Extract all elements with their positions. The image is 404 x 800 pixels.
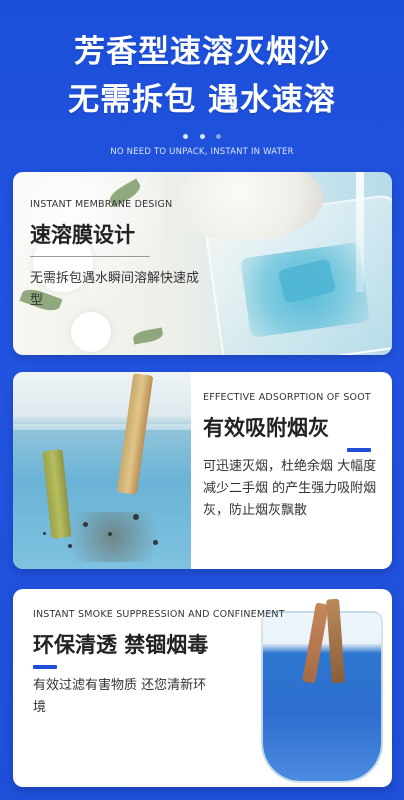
header-banner: 芳香型速溶灭烟沙 无需拆包 遇水速溶 NO NEED TO UNPACK, IN… xyxy=(0,0,404,160)
divider xyxy=(30,256,150,257)
card-en-label: EFFECTIVE ADSORPTION OF SOOT xyxy=(203,392,371,403)
water-surface xyxy=(13,424,191,430)
dot-indicator xyxy=(183,134,189,139)
feature-card-suppression: INSTANT SMOKE SUPPRESSION AND CONFINEMEN… xyxy=(13,589,392,787)
card-description: 无需拆包遇水瞬间溶解快速成型 xyxy=(30,271,200,308)
dot-indicator xyxy=(199,134,205,139)
ash-speck xyxy=(83,522,88,527)
card-title: 环保清透 禁锢烟毒 xyxy=(33,633,209,657)
accent-bar xyxy=(347,448,371,452)
ash-speck xyxy=(108,532,112,536)
dot-indicator xyxy=(215,134,221,139)
accent-bar xyxy=(33,665,57,669)
english-subtitle: NO NEED TO UNPACK, INSTANT IN WATER xyxy=(110,147,294,157)
card-description: 可迅速灭烟，杜绝余烟 大幅度减少二手烟 的产生强力吸附烟灰，防止烟灰飘散 xyxy=(203,459,377,518)
ash-speck xyxy=(68,544,72,548)
carousel-dots xyxy=(0,124,404,143)
feature-card-membrane: INSTANT MEMBRANE DESIGN 速溶膜设计 无需拆包遇水瞬间溶解… xyxy=(13,172,392,355)
card-description: 有效过滤有害物质 还您清新环境 xyxy=(33,678,207,715)
water-stream-photo xyxy=(356,172,364,292)
headline-line-1: 芳香型速溶灭烟沙 xyxy=(74,34,330,70)
flower-decoration xyxy=(71,312,111,352)
feature-card-adsorption: EFFECTIVE ADSORPTION OF SOOT 有效吸附烟灰 可迅速灭… xyxy=(13,372,392,569)
ash-speck xyxy=(133,514,139,520)
card-en-label: INSTANT SMOKE SUPPRESSION AND CONFINEMEN… xyxy=(33,609,285,620)
card-title: 有效吸附烟灰 xyxy=(203,416,329,440)
card-title: 速溶膜设计 xyxy=(30,223,135,247)
ash-photo xyxy=(53,512,173,562)
ash-speck xyxy=(43,532,46,535)
ash-speck xyxy=(153,540,158,545)
headline-line-2: 无需拆包 遇水速溶 xyxy=(68,82,336,118)
card-en-label: INSTANT MEMBRANE DESIGN xyxy=(30,199,173,210)
